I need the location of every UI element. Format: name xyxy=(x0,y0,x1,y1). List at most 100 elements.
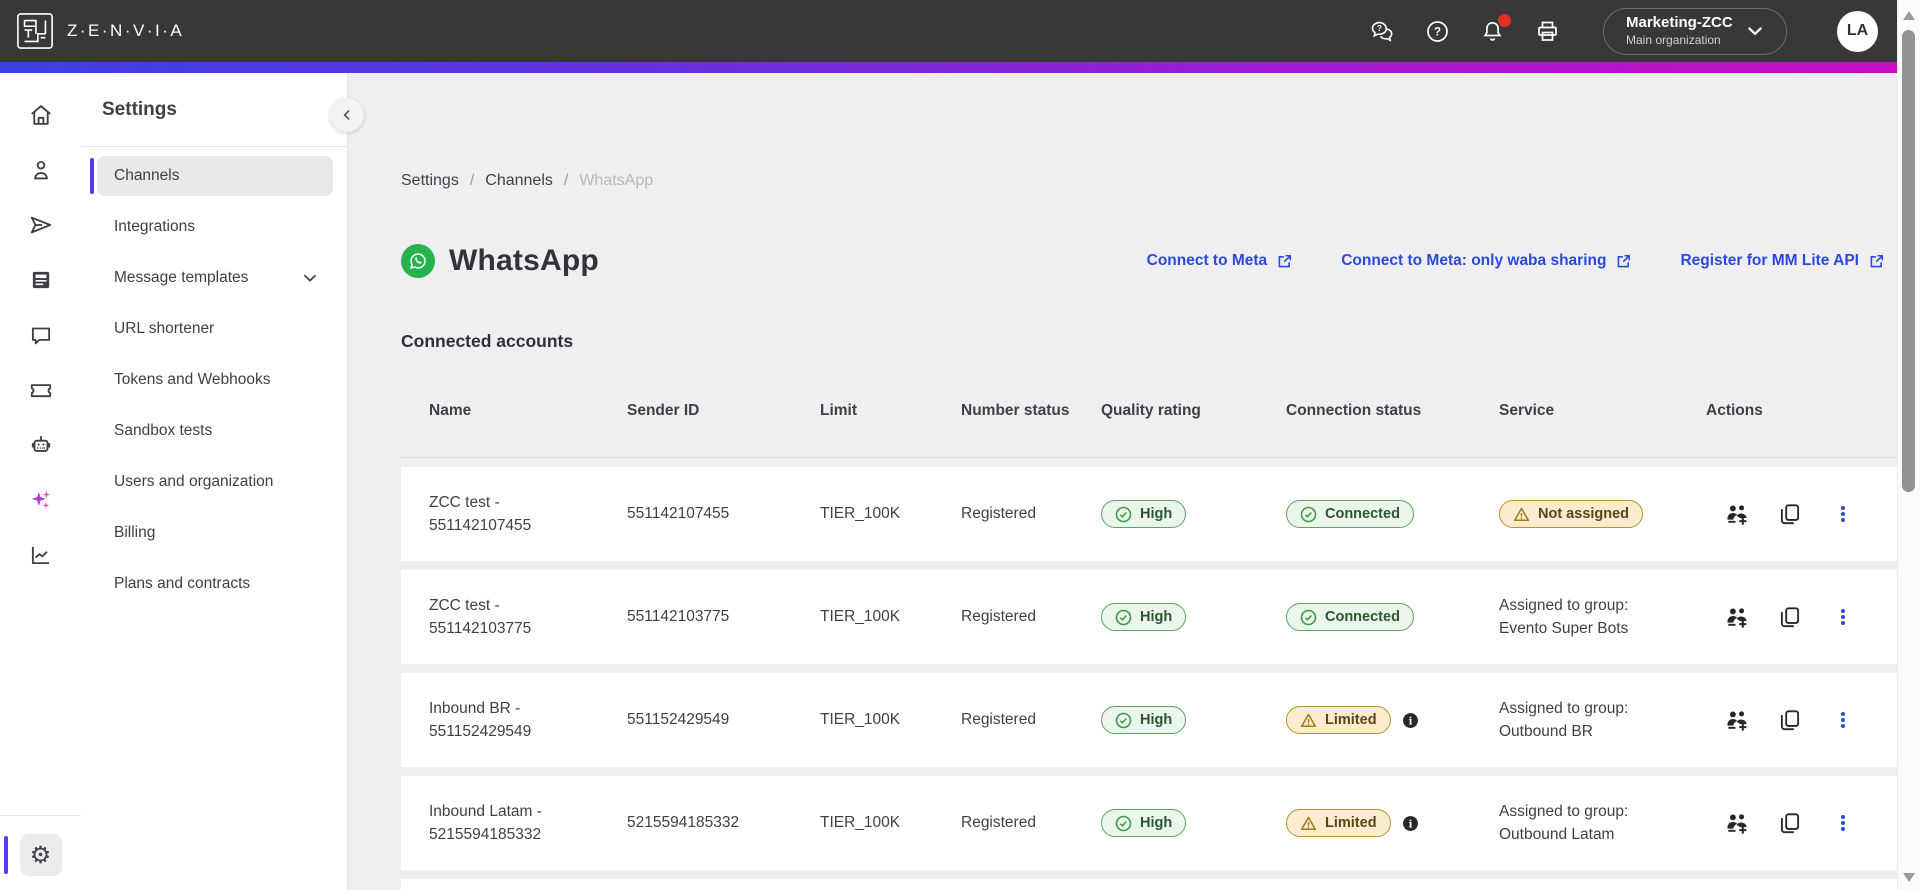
kebab-menu-icon[interactable] xyxy=(1830,707,1856,733)
sender-id: 5215594185332 xyxy=(627,814,740,831)
warning-triangle-icon xyxy=(1300,713,1317,727)
manage-users-icon[interactable] xyxy=(1724,707,1750,733)
analytics-icon[interactable] xyxy=(28,542,54,568)
sidebar-item-label: Billing xyxy=(114,524,156,541)
scrollbar-down-arrow-icon[interactable] xyxy=(1903,873,1915,882)
page-header: WhatsApp Connect to Meta Connect to Meta… xyxy=(401,244,1885,278)
sidebar-item-url-shortener[interactable]: URL shortener xyxy=(97,309,333,349)
breadcrumb-separator: / xyxy=(563,172,569,189)
sidebar-item-integrations[interactable]: Integrations xyxy=(97,207,333,247)
chevron-down-icon xyxy=(1747,27,1762,36)
check-circle-icon xyxy=(1300,609,1317,625)
table-row: ZCC test - 551142107455 551142107455 TIE… xyxy=(401,467,1897,561)
actions-cell xyxy=(1706,501,1897,527)
quality-badge: High xyxy=(1101,809,1187,837)
organization-selector[interactable]: Marketing-ZCC Main organization xyxy=(1603,7,1787,55)
sidebar-item-label: Users and organization xyxy=(114,473,274,490)
connected-accounts-table: Name Sender ID Limit Number status Quali… xyxy=(401,400,1897,890)
main-content: Settings / Channels / WhatsApp WhatsApp … xyxy=(347,73,1897,890)
user-avatar[interactable]: LA xyxy=(1837,10,1878,52)
settings-gear-button[interactable]: ⚙ xyxy=(3,834,62,876)
notifications-bell-icon[interactable] xyxy=(1479,13,1511,45)
sidebar-item-channels[interactable]: Channels xyxy=(90,156,333,196)
topbar-actions: ? ? Marketing-ZCC Main organization LA xyxy=(1369,7,1878,55)
service-cell: Not assigned xyxy=(1499,500,1706,528)
rail-bottom: ⚙ xyxy=(0,815,81,890)
scrollbar-up-arrow-icon[interactable] xyxy=(1903,11,1915,20)
sidebar-item-message-templates[interactable]: Message templates xyxy=(97,258,333,298)
number-status: Registered xyxy=(961,814,1036,831)
whatsapp-icon xyxy=(401,244,435,278)
kebab-menu-icon[interactable] xyxy=(1830,501,1856,527)
settings-sidebar: Settings Channels Integrations Message t… xyxy=(81,73,364,890)
connection-badge: Limited xyxy=(1286,706,1391,734)
zenvia-logo[interactable]: Z·E·N·V·I·A xyxy=(16,12,184,50)
chat-help-icon[interactable]: ? xyxy=(1369,18,1396,45)
sidebar-item-users-organization[interactable]: Users and organization xyxy=(97,462,333,502)
sender-id: 551142107455 xyxy=(627,505,730,522)
table-row-partial xyxy=(401,879,1897,890)
chatbots-icon[interactable] xyxy=(28,432,54,458)
kebab-menu-icon[interactable] xyxy=(1830,810,1856,836)
sidebar-item-plans-contracts[interactable]: Plans and contracts xyxy=(97,564,333,604)
contacts-icon[interactable] xyxy=(28,157,54,183)
home-icon[interactable] xyxy=(28,102,54,128)
account-name: ZCC test - 551142107455 xyxy=(429,493,532,534)
column-header-connection-status: Connection status xyxy=(1286,402,1422,419)
svg-text:i: i xyxy=(1408,818,1412,830)
ai-assistant-icon[interactable] xyxy=(28,487,54,513)
info-icon[interactable]: i xyxy=(1402,815,1419,832)
zenvia-logo-icon xyxy=(17,13,53,49)
copy-icon[interactable] xyxy=(1777,604,1803,630)
quality-label: High xyxy=(1140,506,1173,522)
sidebar-item-sandbox-tests[interactable]: Sandbox tests xyxy=(97,411,333,451)
print-icon[interactable] xyxy=(1534,18,1561,45)
sidebar-item-tokens-webhooks[interactable]: Tokens and Webhooks xyxy=(97,360,333,400)
app-window: Z·E·N·V·I·A ? ? Marketing-ZCC Main organ… xyxy=(0,0,1920,890)
breadcrumb-settings[interactable]: Settings xyxy=(401,172,459,190)
send-icon[interactable] xyxy=(28,212,54,238)
table-row: ZCC test - 551142103775 551142103775 TIE… xyxy=(401,570,1897,664)
warning-triangle-icon xyxy=(1513,507,1530,521)
quality-cell: High xyxy=(1101,603,1286,631)
link-label: Connect to Meta xyxy=(1146,252,1268,269)
organization-subtitle: Main organization xyxy=(1626,32,1721,47)
copy-icon[interactable] xyxy=(1777,810,1803,836)
connect-to-meta-link[interactable]: Connect to Meta xyxy=(1147,252,1294,270)
conversations-icon[interactable] xyxy=(28,322,54,348)
breadcrumb-channels[interactable]: Channels xyxy=(485,172,553,190)
chevron-down-icon xyxy=(304,274,316,282)
help-icon[interactable]: ? xyxy=(1424,18,1451,45)
table-row: Inbound Latam - 5215594185332 5215594185… xyxy=(401,776,1897,870)
info-icon[interactable]: i xyxy=(1402,712,1419,729)
scrollbar-thumb[interactable] xyxy=(1902,30,1915,492)
connect-to-meta-waba-sharing-link[interactable]: Connect to Meta: only waba sharing xyxy=(1341,252,1632,270)
manage-users-icon[interactable] xyxy=(1724,501,1750,527)
manage-users-icon[interactable] xyxy=(1724,810,1750,836)
sidebar-item-billing[interactable]: Billing xyxy=(97,513,333,553)
column-header-number-status: Number status xyxy=(961,402,1070,419)
copy-icon[interactable] xyxy=(1777,501,1803,527)
svg-text:i: i xyxy=(1408,715,1412,727)
quality-cell: High xyxy=(1101,809,1286,837)
connection-cell: Connected xyxy=(1286,500,1499,528)
copy-icon[interactable] xyxy=(1777,707,1803,733)
check-circle-icon xyxy=(1115,609,1132,625)
service-label: Assigned to group: xyxy=(1499,596,1629,614)
check-circle-icon xyxy=(1115,712,1132,728)
kebab-menu-icon[interactable] xyxy=(1830,604,1856,630)
actions-cell xyxy=(1706,810,1897,836)
content-icon[interactable] xyxy=(28,267,54,293)
connection-label: Connected xyxy=(1325,506,1400,522)
number-status: Registered xyxy=(961,608,1036,625)
account-name: ZCC test - 551142103775 xyxy=(429,596,532,637)
quality-cell: High xyxy=(1101,500,1286,528)
register-mm-lite-api-link[interactable]: Register for MM Lite API xyxy=(1680,252,1885,270)
collapse-sidebar-button[interactable] xyxy=(330,98,364,132)
quality-badge: High xyxy=(1101,500,1187,528)
manage-users-icon[interactable] xyxy=(1724,604,1750,630)
svg-text:?: ? xyxy=(1434,26,1441,38)
service-label: Assigned to group: xyxy=(1499,802,1629,820)
breadcrumb: Settings / Channels / WhatsApp xyxy=(401,172,653,190)
tickets-icon[interactable] xyxy=(28,377,54,403)
